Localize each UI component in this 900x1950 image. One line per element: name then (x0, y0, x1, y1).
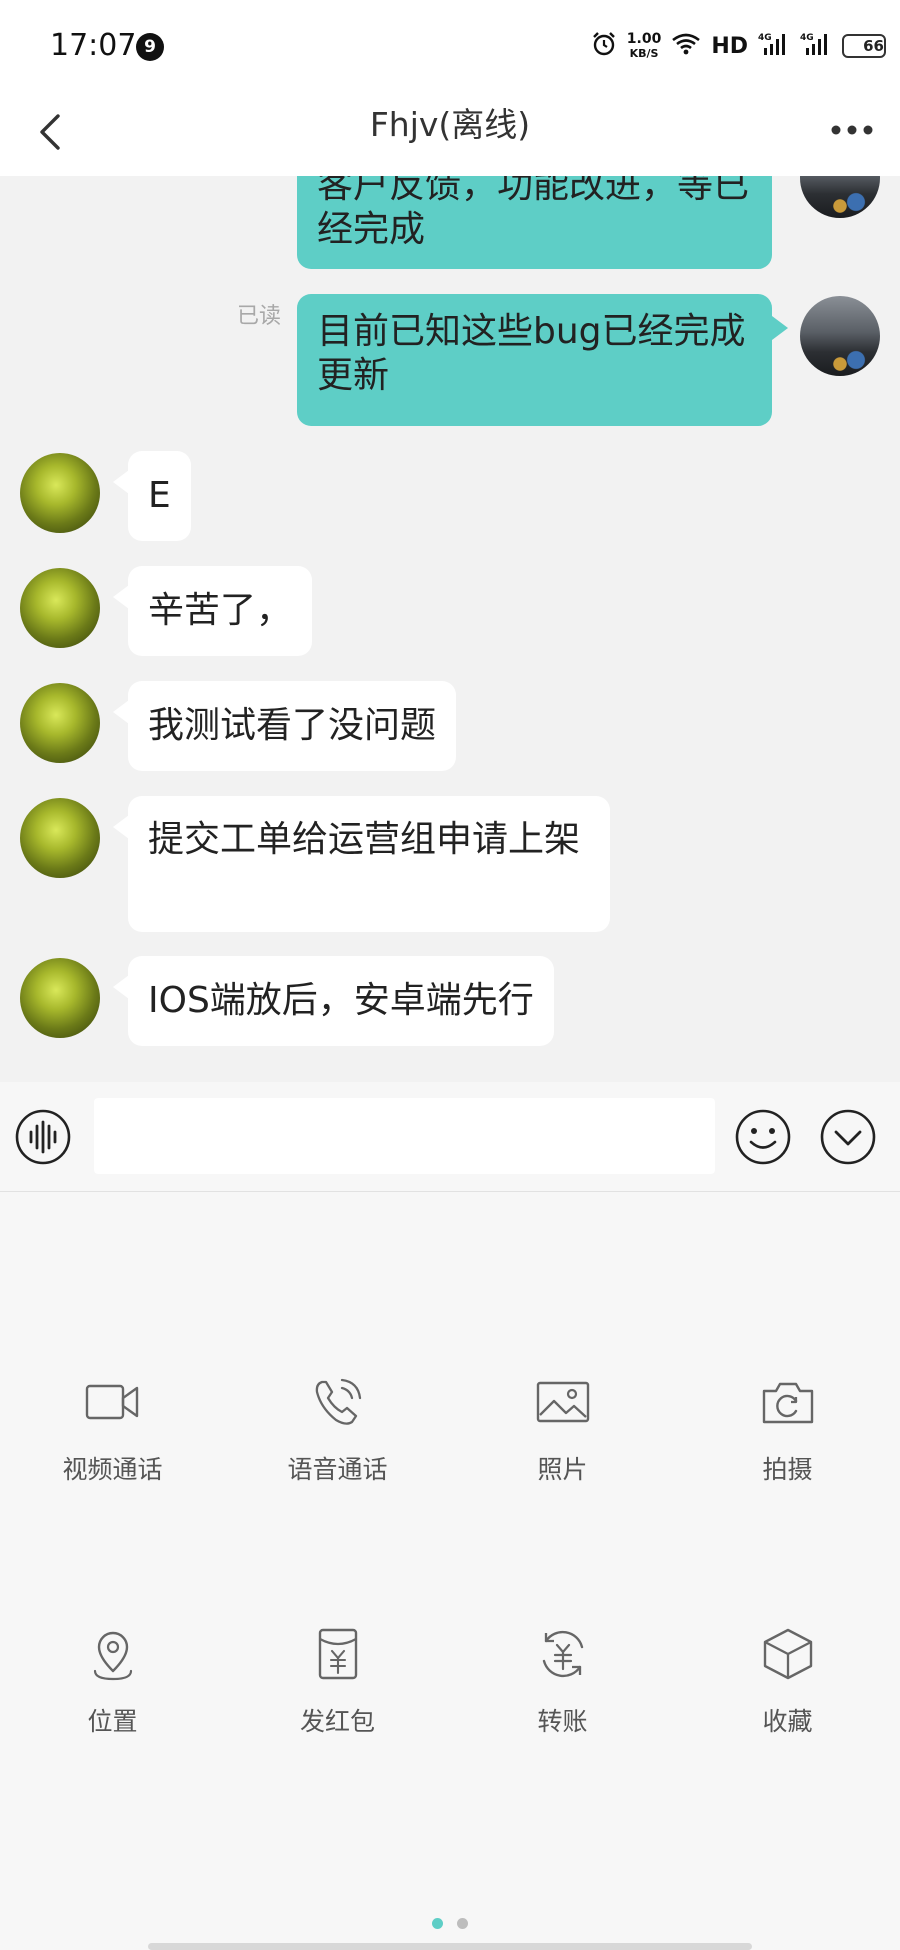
back-button[interactable] (20, 102, 80, 162)
voice-wave-icon (15, 1109, 71, 1165)
message-text: E (148, 475, 171, 516)
signal-4g-icon: 4G (758, 31, 790, 61)
bubble-tail (113, 470, 129, 494)
message-bubble-received[interactable]: IOS端放后，安卓端先行 (128, 956, 554, 1046)
tool-label: 收藏 (762, 1707, 813, 1736)
chat-title: Fhjv(离线) (369, 105, 531, 144)
hd-label: HD (711, 33, 748, 59)
my-avatar[interactable] (800, 296, 880, 376)
message-text: 我测试看了没问题 (148, 705, 437, 746)
chevron-down-circle-icon (820, 1109, 876, 1165)
tool-label: 语音通话 (287, 1455, 388, 1484)
message-bubble-sent[interactable]: 目前已知这些bug已经完成更新 (297, 294, 772, 426)
video-camera-icon (83, 1372, 143, 1432)
emoji-smile-icon (735, 1109, 791, 1165)
transfer-button[interactable]: 转账 (450, 1624, 675, 1784)
home-indicator[interactable] (148, 1943, 752, 1950)
net-speed: 1.00 KB/S (627, 32, 662, 61)
net-speed-value: 1.00 (626, 30, 662, 47)
phone-call-icon (308, 1372, 368, 1432)
net-speed-unit: KB/S (629, 46, 659, 60)
alarm-icon (591, 31, 617, 61)
image-icon (533, 1372, 593, 1432)
wifi-icon (671, 32, 701, 60)
signal-4g-icon-2: 4G (800, 31, 832, 61)
voice-call-button[interactable]: 语音通话 (225, 1372, 450, 1532)
read-status: 已读 (237, 304, 282, 329)
more-dots-icon (831, 125, 873, 135)
tools-panel: 视频通话 语音通话 照片 拍摄 位置 发红包 转账 收藏 (0, 1192, 900, 1950)
battery-icon: 66 (842, 34, 886, 58)
nav-bar: Fhjv(离线) (0, 90, 900, 176)
notification-badge: 9 (136, 33, 164, 61)
battery-level: 66 (863, 37, 884, 55)
bubble-tail (772, 316, 788, 340)
message-bubble-received[interactable]: E (128, 451, 191, 541)
tool-label: 转账 (537, 1707, 588, 1736)
peer-avatar[interactable] (20, 568, 100, 648)
tool-label: 视频通话 (62, 1455, 163, 1484)
bubble-tail (113, 585, 129, 609)
message-bubble-sent[interactable]: 客户反馈，功能改进，等已经完成 (297, 176, 772, 269)
emoji-button[interactable] (734, 1108, 792, 1166)
favorites-button[interactable]: 收藏 (675, 1624, 900, 1784)
tool-label: 位置 (87, 1707, 138, 1736)
cube-icon (758, 1624, 818, 1684)
red-packet-button[interactable]: 发红包 (225, 1624, 450, 1784)
collapse-panel-button[interactable] (819, 1108, 877, 1166)
message-bubble-received[interactable]: 提交工单给运营组申请上架 (128, 796, 610, 932)
location-button[interactable]: 位置 (0, 1624, 225, 1784)
my-avatar[interactable] (800, 176, 880, 218)
tool-label: 拍摄 (762, 1455, 813, 1484)
status-time: 17:07 (50, 28, 137, 63)
status-icons: 1.00 KB/S HD 4G 4G 66 (591, 28, 886, 64)
tool-label: 发红包 (299, 1707, 375, 1736)
chevron-left-icon (40, 114, 60, 150)
peer-avatar[interactable] (20, 958, 100, 1038)
red-packet-icon (308, 1624, 368, 1684)
camera-button[interactable]: 拍摄 (675, 1372, 900, 1532)
location-pin-icon (83, 1624, 143, 1684)
status-bar: 17:07 9 1.00 KB/S HD 4G 4G 66 (0, 0, 900, 90)
tool-label: 照片 (537, 1455, 588, 1484)
bubble-tail (113, 975, 129, 999)
message-text: IOS端放后，安卓端先行 (148, 980, 534, 1021)
camera-icon (758, 1372, 818, 1432)
message-text: 辛苦了， (148, 590, 293, 631)
page-indicator (0, 1918, 900, 1929)
page-dot[interactable] (457, 1918, 468, 1929)
message-text: 客户反馈，功能改进，等已经完成 (317, 176, 750, 250)
photo-button[interactable]: 照片 (450, 1372, 675, 1532)
svg-text:4G: 4G (758, 33, 772, 43)
peer-avatar[interactable] (20, 798, 100, 878)
message-text: 提交工单给运营组申请上架 (148, 819, 581, 860)
message-bubble-received[interactable]: 辛苦了， (128, 566, 313, 656)
page-dot-active[interactable] (432, 1918, 443, 1929)
svg-text:4G: 4G (800, 33, 814, 43)
voice-button[interactable] (14, 1108, 72, 1166)
message-input[interactable] (94, 1098, 715, 1174)
input-bar (0, 1082, 900, 1192)
more-button[interactable] (822, 110, 882, 150)
video-call-button[interactable]: 视频通话 (0, 1372, 225, 1532)
message-text: 目前已知这些bug已经完成更新 (317, 311, 746, 396)
peer-avatar[interactable] (20, 453, 100, 533)
transfer-icon (533, 1624, 593, 1684)
peer-avatar[interactable] (20, 683, 100, 763)
chat-area[interactable]: 客户反馈，功能改进，等已经完成 已读 目前已知这些bug已经完成更新 E 辛苦了… (0, 176, 900, 1082)
message-bubble-received[interactable]: 我测试看了没问题 (128, 681, 457, 771)
bubble-tail (113, 700, 129, 724)
bubble-tail (113, 815, 129, 839)
